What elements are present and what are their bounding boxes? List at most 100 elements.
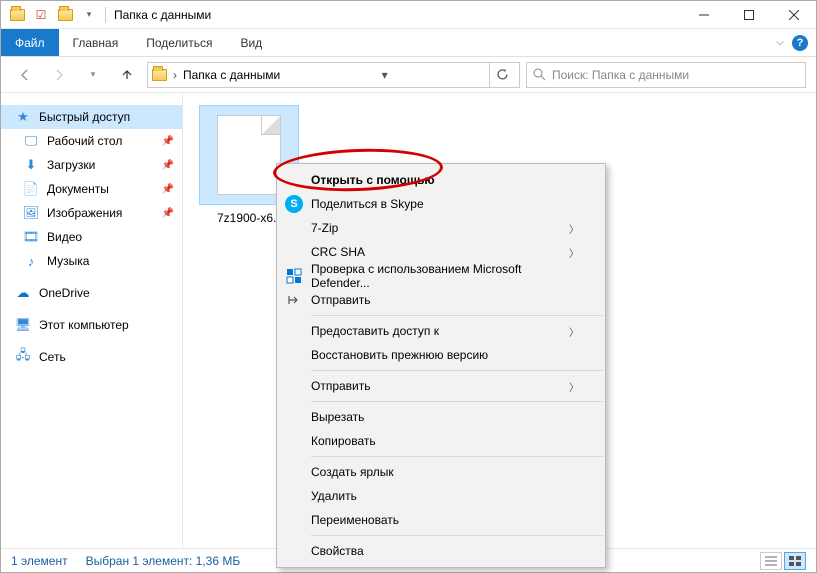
sidebar-item-label: Музыка	[47, 254, 89, 268]
pc-icon: 🖥	[15, 317, 31, 333]
folder-icon	[152, 69, 167, 81]
generic-file-icon	[217, 115, 281, 195]
ctx-share[interactable]: Отправить	[277, 288, 605, 312]
window-controls	[681, 1, 816, 29]
folder-icon	[7, 5, 27, 25]
title-separator	[105, 7, 106, 23]
breadcrumb-segment[interactable]: Папка с данными	[183, 68, 280, 82]
star-icon: ★	[15, 109, 31, 125]
music-icon: ♪	[23, 253, 39, 269]
sidebar-item-music[interactable]: ♪ Музыка	[1, 249, 182, 273]
minimize-button[interactable]	[681, 1, 726, 29]
desktop-icon: 🖵	[23, 133, 39, 149]
document-icon: 📄	[23, 181, 39, 197]
chevron-right-icon: 〉	[569, 245, 579, 260]
skype-icon: S	[285, 195, 303, 213]
ctx-defender[interactable]: Проверка с использованием Microsoft Defe…	[277, 264, 605, 288]
breadcrumb-chevron[interactable]: ›	[173, 68, 177, 82]
sidebar-item-label: Видео	[47, 230, 82, 244]
sidebar-item-desktop[interactable]: 🖵 Рабочий стол 📌	[1, 129, 182, 153]
tab-view[interactable]: Вид	[226, 29, 276, 56]
qat-dropdown-icon[interactable]: ▾	[79, 5, 99, 25]
separator	[311, 315, 603, 316]
download-icon: ⬇	[23, 157, 39, 173]
pin-icon: 📌	[162, 184, 174, 195]
separator	[311, 370, 603, 371]
pin-icon: 📌	[162, 160, 174, 171]
context-menu: Открыть с помощью S Поделиться в Skype 7…	[276, 163, 606, 568]
shield-icon	[285, 267, 303, 285]
ctx-send-to[interactable]: Отправить〉	[277, 374, 605, 398]
ctx-cut[interactable]: Вырезать	[277, 405, 605, 429]
chevron-right-icon: 〉	[569, 324, 579, 339]
sidebar-item-quick-access[interactable]: ★ Быстрый доступ	[1, 105, 182, 129]
ctx-skype-share[interactable]: S Поделиться в Skype	[277, 192, 605, 216]
maximize-button[interactable]	[726, 1, 771, 29]
status-item-count: 1 элемент	[11, 554, 68, 568]
tab-file[interactable]: Файл	[1, 29, 59, 56]
cloud-icon: ☁	[15, 285, 31, 301]
ctx-restore-version[interactable]: Восстановить прежнюю версию	[277, 343, 605, 367]
separator	[311, 535, 603, 536]
help-icon[interactable]: ?	[792, 35, 808, 51]
pin-icon: 📌	[162, 136, 174, 147]
window-title: Папка с данными	[114, 8, 211, 22]
ctx-copy[interactable]: Копировать	[277, 429, 605, 453]
ctx-crc-sha[interactable]: CRC SHA〉	[277, 240, 605, 264]
network-icon: 🖧	[15, 349, 31, 365]
ctx-open-with[interactable]: Открыть с помощью	[277, 168, 605, 192]
sidebar-item-label: Изображения	[47, 206, 122, 220]
search-icon	[533, 68, 546, 81]
sidebar-item-videos[interactable]: 🎞 Видео	[1, 225, 182, 249]
picture-icon: 🖼	[23, 205, 39, 221]
up-button[interactable]	[113, 61, 141, 89]
recent-dropdown[interactable]: ▾	[79, 61, 107, 89]
chevron-right-icon: 〉	[569, 379, 579, 394]
ctx-delete[interactable]: Удалить	[277, 484, 605, 508]
sidebar-item-label: Быстрый доступ	[39, 110, 130, 124]
ctx-give-access[interactable]: Предоставить доступ к〉	[277, 319, 605, 343]
search-placeholder: Поиск: Папка с данными	[552, 68, 689, 82]
tab-home[interactable]: Главная	[59, 29, 133, 56]
ctx-7zip[interactable]: 7-Zip〉	[277, 216, 605, 240]
sidebar-item-downloads[interactable]: ⬇ Загрузки 📌	[1, 153, 182, 177]
ctx-create-shortcut[interactable]: Создать ярлык	[277, 460, 605, 484]
address-bar-row: ▾ › Папка с данными ▾ Поиск: Папка с дан…	[1, 57, 816, 93]
video-icon: 🎞	[23, 229, 39, 245]
status-selection: Выбран 1 элемент: 1,36 МБ	[86, 554, 241, 568]
sidebar-item-label: Этот компьютер	[39, 318, 129, 332]
address-dropdown-icon[interactable]: ▾	[376, 68, 394, 82]
navigation-pane: ★ Быстрый доступ 🖵 Рабочий стол 📌 ⬇ Загр…	[1, 93, 183, 548]
back-button[interactable]	[11, 61, 39, 89]
separator	[311, 401, 603, 402]
sidebar-item-label: Загрузки	[47, 158, 95, 172]
sidebar-item-label: Сеть	[39, 350, 66, 364]
title-bar: ☑ ▾ Папка с данными	[1, 1, 816, 29]
sidebar-item-pictures[interactable]: 🖼 Изображения 📌	[1, 201, 182, 225]
sidebar-item-label: Рабочий стол	[47, 134, 122, 148]
details-view-button[interactable]	[760, 552, 782, 570]
quick-access-toolbar: ☑ ▾	[1, 5, 99, 25]
share-icon	[285, 291, 303, 309]
search-box[interactable]: Поиск: Папка с данными	[526, 62, 806, 88]
tab-share[interactable]: Поделиться	[132, 29, 226, 56]
close-button[interactable]	[771, 1, 816, 29]
new-folder-qat-icon[interactable]	[55, 5, 75, 25]
sidebar-item-onedrive[interactable]: ☁ OneDrive	[1, 281, 182, 305]
ribbon-expand-icon[interactable]: ⌵	[776, 37, 784, 48]
ctx-rename[interactable]: Переименовать	[277, 508, 605, 532]
sidebar-item-label: Документы	[47, 182, 109, 196]
chevron-right-icon: 〉	[569, 221, 579, 236]
ribbon-tabs: Файл Главная Поделиться Вид ⌵ ?	[1, 29, 816, 57]
ctx-properties[interactable]: Свойства	[277, 539, 605, 563]
sidebar-item-documents[interactable]: 📄 Документы 📌	[1, 177, 182, 201]
sidebar-item-network[interactable]: 🖧 Сеть	[1, 345, 182, 369]
sidebar-item-this-pc[interactable]: 🖥 Этот компьютер	[1, 313, 182, 337]
properties-qat-icon[interactable]: ☑	[31, 5, 51, 25]
address-bar[interactable]: › Папка с данными ▾	[147, 62, 520, 88]
icons-view-button[interactable]	[784, 552, 806, 570]
sidebar-item-label: OneDrive	[39, 286, 90, 300]
pin-icon: 📌	[162, 208, 174, 219]
forward-button[interactable]	[45, 61, 73, 89]
refresh-button[interactable]	[489, 62, 515, 88]
